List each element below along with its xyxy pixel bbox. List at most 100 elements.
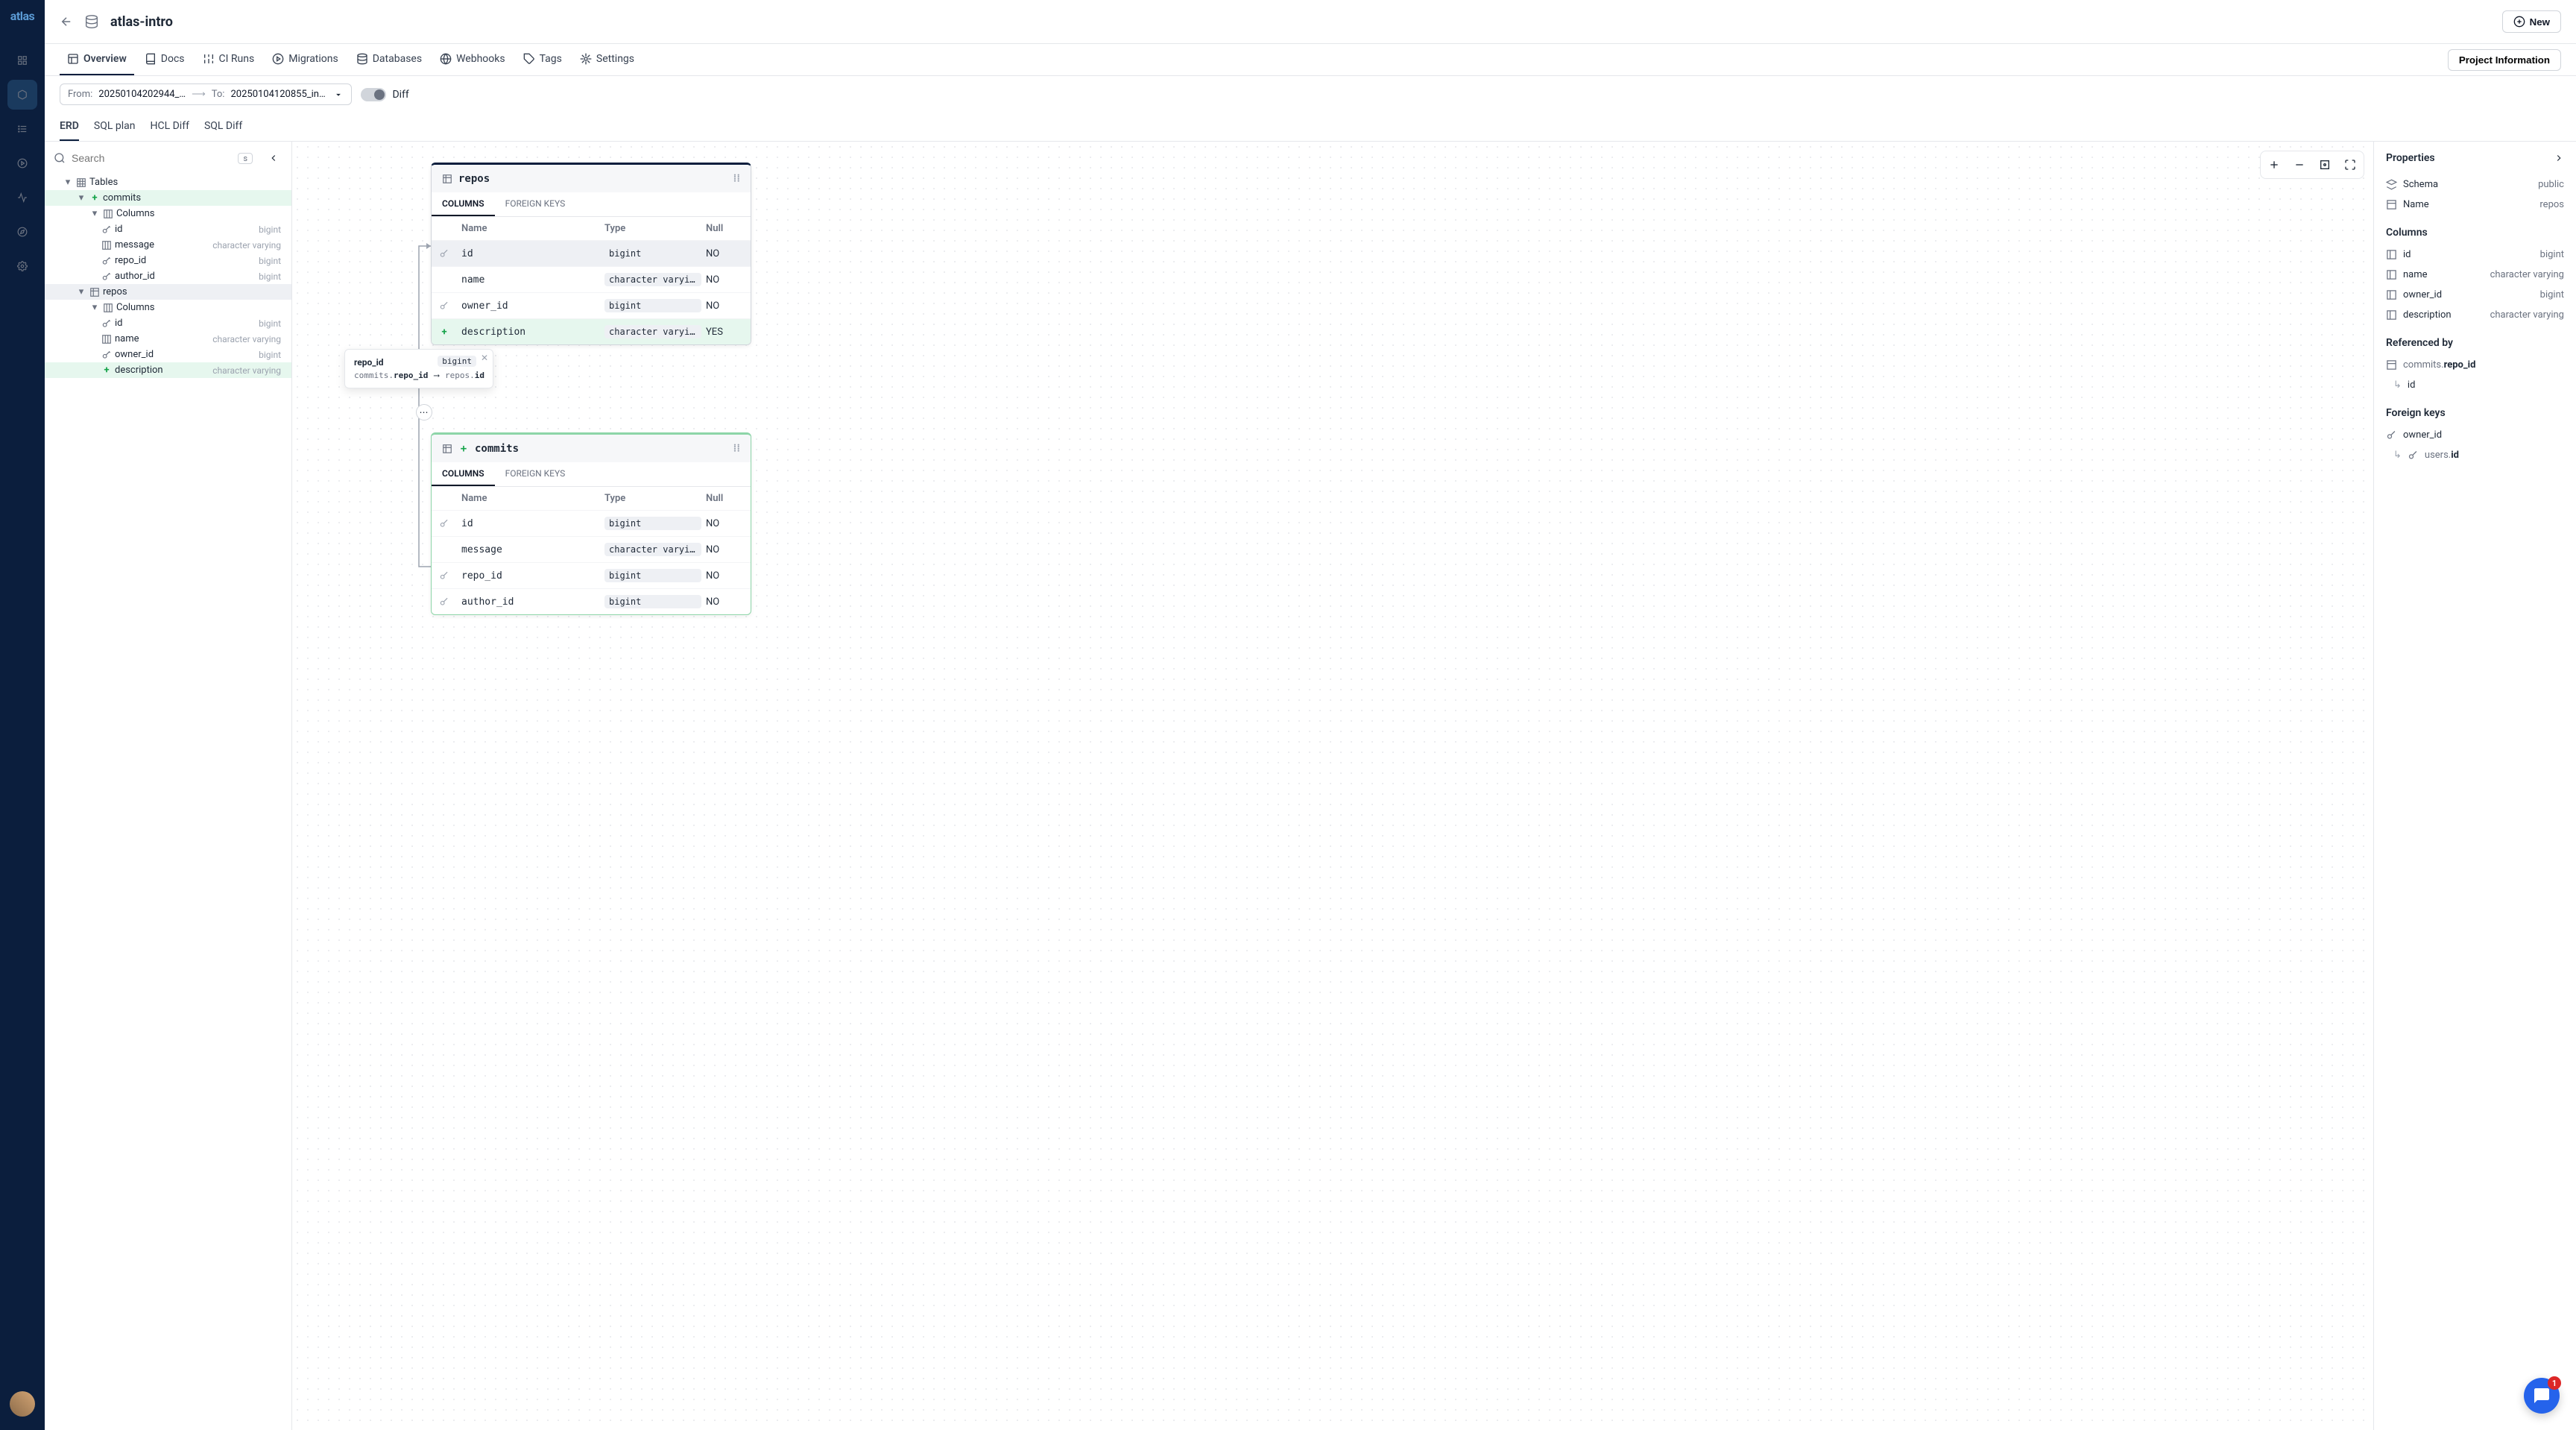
erd-canvas[interactable]: repos ⁞⁞ COLUMNS FOREIGN KEYS NameTypeNu… [292, 142, 2373, 1430]
database-icon [356, 53, 368, 65]
entity-tab-columns[interactable]: COLUMNS [432, 192, 495, 216]
key-icon [439, 596, 449, 607]
tab-databases[interactable]: Databases [349, 44, 429, 75]
entity-tab-columns[interactable]: COLUMNS [432, 462, 495, 486]
tree-commits-columns-group[interactable]: ▾ Columns [45, 206, 291, 221]
prop-column[interactable]: namecharacter varying [2386, 265, 2564, 285]
diff-range-select[interactable]: From: 20250104202944_… ⟶ To: 20250104120… [60, 84, 352, 105]
drag-handle-icon[interactable]: ⁞⁞ [733, 442, 740, 455]
tag-icon [523, 53, 535, 65]
entity-column-row[interactable]: author_idbigintNO [432, 588, 751, 614]
tree-column[interactable]: repo_idbigint [45, 253, 291, 268]
nav-dashboard[interactable] [7, 45, 37, 75]
close-tooltip-button[interactable]: ✕ [481, 353, 488, 363]
tree-repos-columns-group[interactable]: ▾ Columns [45, 300, 291, 315]
entity-column-row[interactable]: idbigintNO [432, 240, 751, 266]
fullscreen-button[interactable] [2340, 154, 2361, 175]
subtab-hcl-diff[interactable]: HCL Diff [151, 113, 189, 141]
tree-column[interactable]: owner_idbigint [45, 347, 291, 362]
tab-settings[interactable]: Settings [572, 44, 642, 75]
layers-icon [2386, 179, 2397, 190]
chevron-down-icon [333, 89, 344, 100]
gear-icon [580, 53, 592, 65]
subtab-sql-diff[interactable]: SQL Diff [204, 113, 242, 141]
nav-settings[interactable] [7, 251, 37, 281]
column-icon [2386, 249, 2397, 260]
chevron-right-icon[interactable] [2554, 153, 2564, 163]
fit-view-button[interactable] [2314, 154, 2335, 175]
canvas-controls [2260, 151, 2364, 179]
user-avatar[interactable] [10, 1391, 35, 1417]
nav-activity[interactable] [7, 183, 37, 212]
prop-referenced-by[interactable]: commits.repo_id [2386, 355, 2564, 375]
plus-circle-icon [2513, 16, 2525, 28]
tree-column[interactable]: +descriptioncharacter varying [45, 362, 291, 378]
tree-column[interactable]: namecharacter varying [45, 331, 291, 347]
table-icon [89, 287, 100, 297]
prop-column[interactable]: owner_idbigint [2386, 285, 2564, 305]
key-icon [439, 300, 449, 311]
nav-schema[interactable] [7, 80, 37, 110]
tab-ci-runs[interactable]: CI Runs [195, 44, 262, 75]
entity-commits[interactable]: + commits ⁞⁞ COLUMNS FOREIGN KEYS NameTy… [431, 432, 751, 615]
column-icon [101, 240, 112, 251]
nav-compass[interactable] [7, 217, 37, 247]
tab-overview[interactable]: Overview [60, 44, 134, 75]
column-icon [2386, 309, 2397, 321]
tree-column[interactable]: messagecharacter varying [45, 237, 291, 253]
entity-column-row[interactable]: idbigintNO [432, 510, 751, 536]
tree-column[interactable]: idbigint [45, 221, 291, 237]
entity-column-row[interactable]: repo_idbigintNO [432, 562, 751, 588]
tab-webhooks[interactable]: Webhooks [432, 44, 513, 75]
columns-icon [103, 303, 113, 313]
collapse-panel-button[interactable] [265, 149, 282, 167]
tree-table-repos[interactable]: ▾ repos [45, 284, 291, 300]
tree-column[interactable]: idbigint [45, 315, 291, 331]
tab-tags[interactable]: Tags [516, 44, 569, 75]
back-button[interactable] [60, 15, 73, 28]
nav-play[interactable] [7, 148, 37, 178]
entity-column-row[interactable]: namecharacter varyi…NO [432, 266, 751, 292]
zoom-out-button[interactable] [2289, 154, 2310, 175]
prop-column[interactable]: descriptioncharacter varying [2386, 305, 2564, 325]
chat-icon [2533, 1387, 2551, 1405]
arrow-icon: ⟶ [192, 89, 206, 100]
new-button[interactable]: New [2502, 10, 2561, 33]
table-icon [442, 444, 452, 454]
chat-button[interactable]: 1 [2524, 1378, 2560, 1414]
nav-list[interactable] [7, 114, 37, 144]
entity-column-row[interactable]: owner_idbigintNO [432, 292, 751, 318]
relationship-node[interactable]: ⋯ [416, 404, 432, 421]
entity-column-row[interactable]: messagecharacter varyi…NO [432, 536, 751, 562]
project-information-button[interactable]: Project Information [2448, 49, 2561, 71]
zoom-in-button[interactable] [2264, 154, 2285, 175]
sliders-icon [203, 53, 215, 65]
chat-notification-badge: 1 [2548, 1376, 2561, 1390]
project-title: atlas-intro [110, 14, 173, 30]
diff-toggle-switch[interactable] [361, 88, 386, 101]
tree-table-commits[interactable]: ▾+ commits [45, 190, 291, 206]
drag-handle-icon[interactable]: ⁞⁞ [733, 172, 740, 185]
subtab-erd[interactable]: ERD [60, 113, 79, 141]
entity-tab-fks[interactable]: FOREIGN KEYS [495, 192, 576, 216]
subtab-sql-plan[interactable]: SQL plan [94, 113, 136, 141]
column-icon [2386, 289, 2397, 300]
prop-name: Namerepos [2386, 195, 2564, 215]
logo: atlas [10, 9, 35, 23]
tab-migrations[interactable]: Migrations [265, 44, 346, 75]
tree-column[interactable]: author_idbigint [45, 268, 291, 284]
column-icon [2386, 269, 2397, 280]
tree-tables-root[interactable]: ▾ Tables [45, 174, 291, 190]
entity-tab-fks[interactable]: FOREIGN KEYS [495, 462, 576, 486]
entity-column-row[interactable]: +descriptioncharacter varyi…YES [432, 318, 751, 344]
prop-column[interactable]: idbigint [2386, 245, 2564, 265]
project-icon [83, 13, 100, 30]
prop-fk[interactable]: owner_id [2386, 425, 2564, 445]
tab-docs[interactable]: Docs [137, 44, 192, 75]
entity-repos[interactable]: repos ⁞⁞ COLUMNS FOREIGN KEYS NameTypeNu… [431, 163, 751, 345]
tree-search-input[interactable] [72, 152, 232, 164]
schema-tree: ▾ Tables ▾+ commits ▾ Columns idbigint [45, 174, 291, 378]
table-icon [76, 177, 86, 188]
table-icon [2386, 199, 2397, 210]
key-icon [2408, 450, 2419, 461]
